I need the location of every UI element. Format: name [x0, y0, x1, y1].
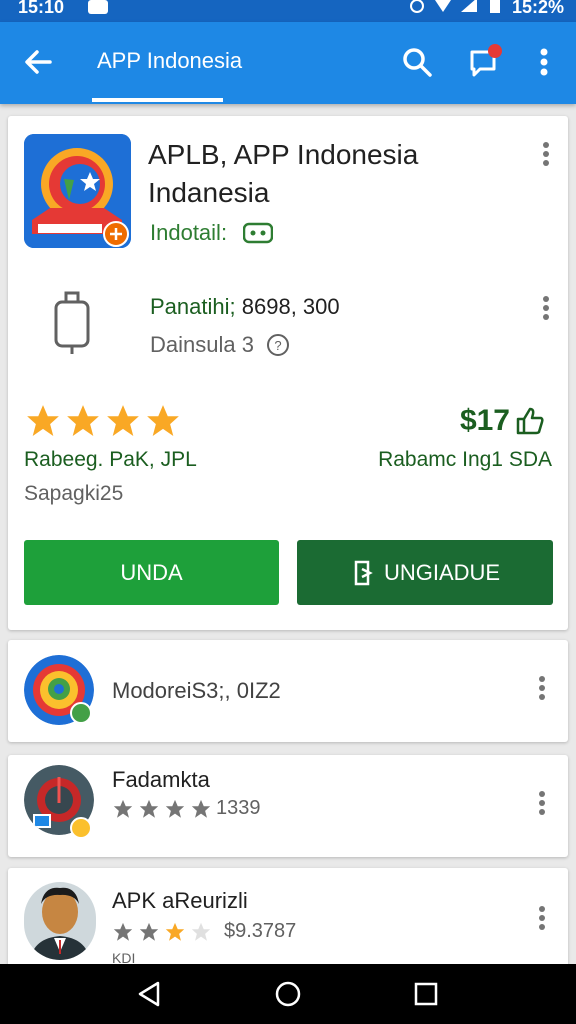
- status-icons: 15:2%: [408, 0, 564, 18]
- chat-button[interactable]: [466, 44, 502, 80]
- nav-home-icon[interactable]: [272, 978, 304, 1010]
- list-item[interactable]: ModoreiS3;, 0IZ2: [8, 640, 568, 742]
- list-item-rating: $9.3787: [112, 920, 296, 943]
- alarm-icon: [409, 0, 424, 13]
- star-icon: [27, 405, 59, 437]
- star-icon: [139, 922, 159, 941]
- app-badge-icon: [70, 817, 92, 839]
- more-options-icon[interactable]: [538, 676, 546, 702]
- price-label: Panatihi;: [150, 294, 236, 319]
- list-item[interactable]: Fadamkta 1339: [8, 755, 568, 857]
- price-line: Panatihi; 8698, 300: [150, 294, 340, 320]
- status-bar: 15:10 15:2%: [0, 0, 576, 22]
- install-button-label: UNDA: [120, 559, 183, 585]
- developer-line: Dainsula 3 ?: [150, 332, 290, 358]
- star-icon: [113, 922, 133, 941]
- list-item-rating: 1339: [112, 797, 261, 820]
- gamepad-icon: [243, 222, 274, 244]
- upgrade-button[interactable]: UNGIADUE: [297, 540, 553, 605]
- app-detail-card: APLB, APP Indonesia Indanesia Indotail: …: [8, 116, 568, 630]
- nav-back-icon[interactable]: [134, 978, 166, 1010]
- right-label: Rabamc Ing1 SDA: [378, 448, 552, 471]
- app-subtitle: Indotail:: [150, 220, 274, 246]
- app-bar-title[interactable]: APP Indonesia: [97, 48, 242, 74]
- app-subtitle-text: Indotail:: [150, 220, 228, 245]
- signal-icon: [460, 0, 477, 12]
- star-icon: [191, 799, 211, 818]
- star-icon: [113, 799, 133, 818]
- more-options-icon[interactable]: [538, 906, 546, 932]
- developer-name[interactable]: Dainsula 3: [150, 332, 254, 357]
- rating-count: Sapagki25: [24, 482, 124, 505]
- search-icon[interactable]: [399, 44, 435, 80]
- list-item[interactable]: APK aReurizli $9.3787 KDI: [8, 868, 568, 978]
- more-vert-icon[interactable]: [526, 44, 562, 80]
- back-arrow-icon[interactable]: [20, 44, 56, 80]
- thumbs-up-icon[interactable]: [514, 405, 546, 437]
- star-icon: [67, 405, 99, 437]
- app-bar: APP Indonesia: [0, 22, 576, 104]
- more-options-icon[interactable]: [542, 296, 550, 322]
- more-options-icon[interactable]: [542, 142, 550, 168]
- price-value: 8698, 300: [241, 294, 340, 319]
- price-right-value: $17: [459, 404, 510, 437]
- device-icon: [54, 291, 90, 354]
- rating-stars: [24, 402, 182, 440]
- tab-indicator: [92, 98, 223, 102]
- more-options-icon[interactable]: [538, 791, 546, 817]
- person-avatar: [24, 882, 96, 960]
- install-button[interactable]: UNDA: [24, 540, 279, 605]
- star-icon: [139, 799, 159, 818]
- star-icon: [191, 922, 211, 941]
- star-icon: [165, 799, 185, 818]
- wifi-icon: [434, 0, 451, 12]
- star-icon: [107, 405, 139, 437]
- rating-label: Rabeeg. PaK, JPL: [24, 448, 197, 471]
- star-icon: [147, 405, 179, 437]
- notification-icon: [88, 0, 108, 14]
- system-nav-bar: [0, 964, 576, 1024]
- list-item-title: Fadamkta: [112, 767, 210, 792]
- app-title: APLB, APP Indonesia Indanesia: [148, 139, 419, 208]
- help-icon[interactable]: ?: [266, 333, 290, 357]
- svg-text:?: ?: [274, 338, 281, 353]
- device-update-icon: [354, 560, 373, 585]
- price-badge: $17: [460, 404, 546, 438]
- notification-badge: [488, 44, 502, 58]
- app-logo-icon[interactable]: [24, 134, 131, 248]
- nav-recents-icon[interactable]: [410, 978, 442, 1010]
- list-item-title: ModoreiS3;, 0IZ2: [112, 678, 281, 703]
- battery-text: 15:2%: [511, 0, 564, 17]
- status-time: 15:10: [18, 0, 65, 17]
- battery-icon: [489, 0, 500, 13]
- list-item-subtitle: 1339: [216, 797, 261, 819]
- star-icon: [165, 922, 185, 941]
- list-item-subtitle: $9.3787: [224, 920, 297, 942]
- upgrade-button-label: UNGIADUE: [383, 559, 501, 585]
- list-item-title: APK aReurizli: [112, 888, 248, 913]
- verified-badge-icon: [70, 702, 92, 724]
